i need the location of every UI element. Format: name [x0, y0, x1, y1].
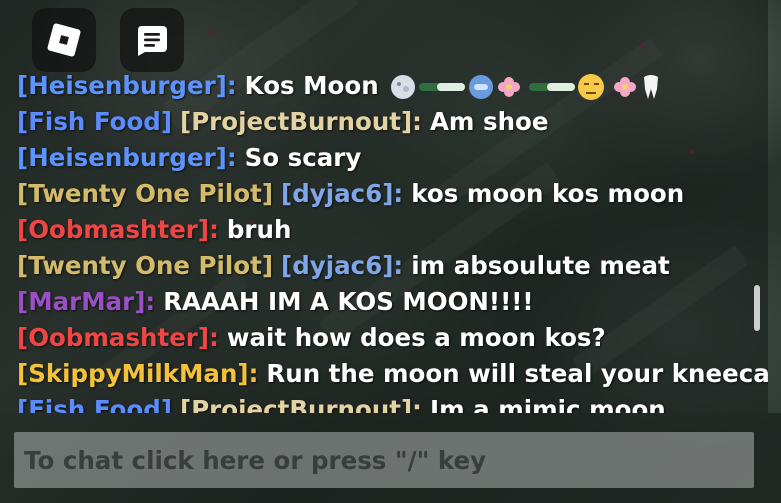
chat-username[interactable]: [Heisenburger]:	[17, 71, 237, 100]
chat-message-text: im absoulute meat	[411, 251, 670, 280]
chat-username[interactable]: [dyjac6]:	[281, 179, 403, 208]
chat-username[interactable]: [MarMar]:	[17, 287, 155, 316]
chat-message-text: RAAAH IM A KOS MOON!!!!	[163, 287, 534, 316]
chat-message: [Heisenburger]: So scary	[17, 140, 738, 176]
chat-message-text: Run the moon will steal your kneecaps	[266, 359, 768, 388]
chat-message: [Twenty One Pilot] [dyjac6]: im absoulute …	[17, 248, 738, 284]
chat-username[interactable]: [dyjac6]:	[281, 251, 403, 280]
roblox-menu-button[interactable]	[32, 8, 96, 72]
roblox-logo-icon	[47, 23, 81, 57]
chat-message: [Fish Food] [ProjectBurnout]: Am shoe	[17, 104, 738, 140]
chat-scrollbar[interactable]	[754, 0, 768, 413]
chat-message-text: Im a mimic moon	[429, 395, 666, 413]
chat-message: [Oobmashter]: bruh	[17, 212, 738, 248]
emoji-sequence-icon	[390, 74, 658, 100]
chat-username[interactable]: [Twenty One Pilot]	[17, 251, 273, 280]
chat-username[interactable]: [Heisenburger]:	[17, 143, 237, 172]
chat-username[interactable]: [Oobmashter]:	[17, 323, 219, 352]
chat-bubble-icon	[137, 26, 167, 56]
chat-message: [Oobmashter]: wait how does a moon kos?	[17, 320, 738, 356]
chat-message-text: Kos Moon	[244, 71, 379, 100]
chat-username[interactable]: [Twenty One Pilot]	[17, 179, 273, 208]
chat-message-text: bruh	[226, 215, 292, 244]
chat-message-text: kos moon kos moon	[411, 179, 685, 208]
chat-toggle-button[interactable]	[120, 8, 184, 72]
chat-username[interactable]: [ProjectBurnout]:	[180, 107, 422, 136]
chat-message-text: So scary	[244, 143, 362, 172]
chat-message-text: Am shoe	[429, 107, 549, 136]
chat-input-box[interactable]: To chat click here or press "/" key	[14, 432, 754, 488]
chat-message: [Fish Food] [ProjectBurnout]: Im a mimic m…	[17, 392, 738, 413]
chat-scrollbar-thumb[interactable]	[754, 285, 760, 331]
chat-message-text: wait how does a moon kos?	[226, 323, 606, 352]
chat-username[interactable]: [ProjectBurnout]:	[180, 395, 422, 413]
chat-message: [SkippyMilkMan]: Run the moon will steal …	[17, 356, 768, 392]
top-bar	[32, 8, 184, 72]
chat-username[interactable]: [SkippyMilkMan]:	[17, 359, 258, 388]
chat-input-placeholder: To chat click here or press "/" key	[24, 445, 487, 475]
chat-message: [MarMar]: RAAAH IM A KOS MOON!!!!	[17, 284, 738, 320]
chat-message: [Twenty One Pilot] [dyjac6]: kos moon kos …	[17, 176, 738, 212]
chat-input-bar: To chat click here or press "/" key	[0, 413, 781, 503]
chat-username[interactable]: [Oobmashter]:	[17, 215, 219, 244]
chat-username[interactable]: [Fish Food]	[17, 395, 172, 413]
chat-message: [Heisenburger]: Kos Moon	[17, 68, 738, 104]
chat-message-list: [Heisenburger]: Kos Moon [Fish Food] [Proje…	[17, 68, 768, 413]
chat-username[interactable]: [Fish Food]	[17, 107, 172, 136]
